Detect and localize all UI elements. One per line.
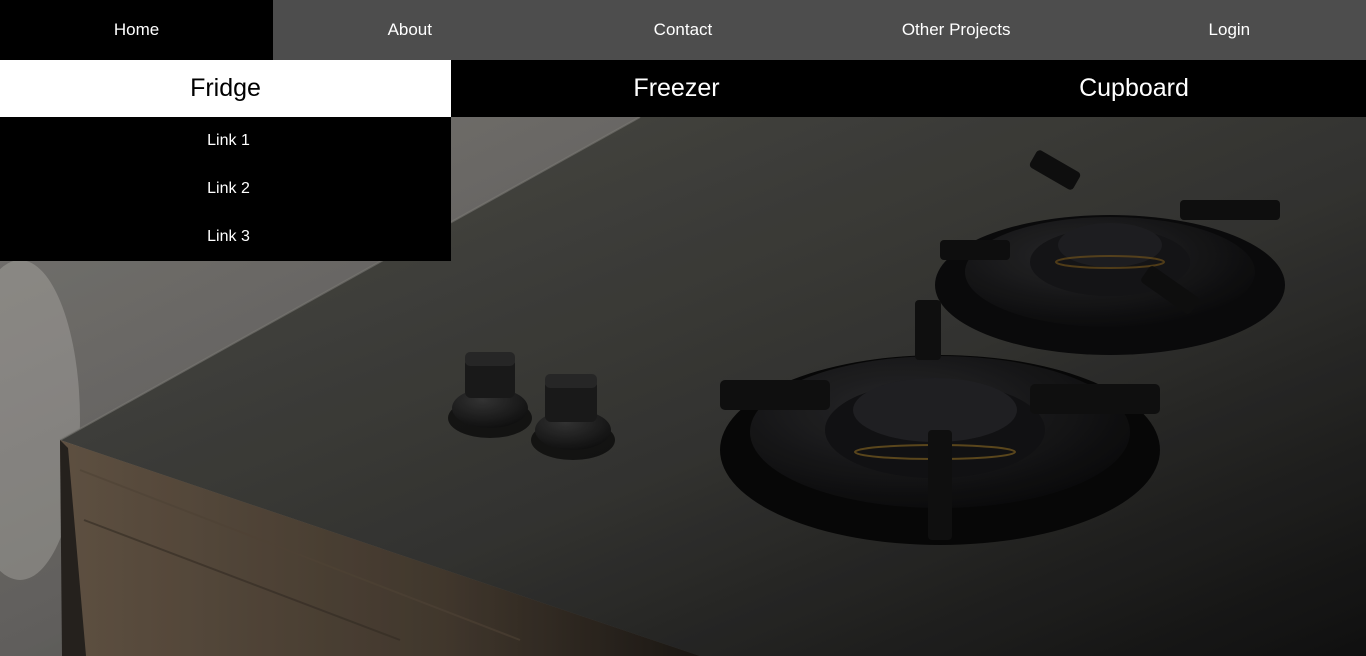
category-freezer-label: Freezer: [633, 74, 720, 102]
dropdown-link-2-label: Link 2: [207, 180, 250, 197]
nav-about-label: About: [387, 20, 432, 39]
category-fridge[interactable]: Fridge: [0, 60, 451, 117]
dropdown-link-1-label: Link 1: [207, 132, 250, 149]
nav-home[interactable]: Home: [0, 0, 274, 60]
nav-contact[interactable]: Contact: [546, 0, 819, 60]
category-cupboard-label: Cupboard: [1079, 74, 1189, 102]
dropdown-link-1[interactable]: Link 1: [0, 117, 451, 165]
page: Home About Contact Other Projects Login …: [0, 0, 1366, 656]
top-navigation: Home About Contact Other Projects Login: [0, 0, 1366, 60]
category-freezer[interactable]: Freezer: [451, 60, 902, 117]
nav-about[interactable]: About: [273, 0, 546, 60]
category-fridge-label: Fridge: [190, 74, 261, 102]
category-cupboard[interactable]: Cupboard: [902, 60, 1366, 117]
dropdown-link-3[interactable]: Link 3: [0, 213, 451, 261]
fridge-dropdown-menu: Link 1 Link 2 Link 3: [0, 117, 451, 261]
dropdown-link-3-label: Link 3: [207, 228, 250, 245]
category-bar: Fridge Freezer Cupboard: [0, 60, 1366, 117]
nav-other-projects[interactable]: Other Projects: [820, 0, 1093, 60]
nav-login[interactable]: Login: [1093, 0, 1366, 60]
nav-home-label: Home: [113, 20, 160, 39]
dropdown-link-2[interactable]: Link 2: [0, 165, 451, 213]
nav-contact-label: Contact: [653, 20, 713, 39]
nav-other-projects-label: Other Projects: [901, 20, 1011, 39]
nav-login-label: Login: [1208, 20, 1251, 39]
